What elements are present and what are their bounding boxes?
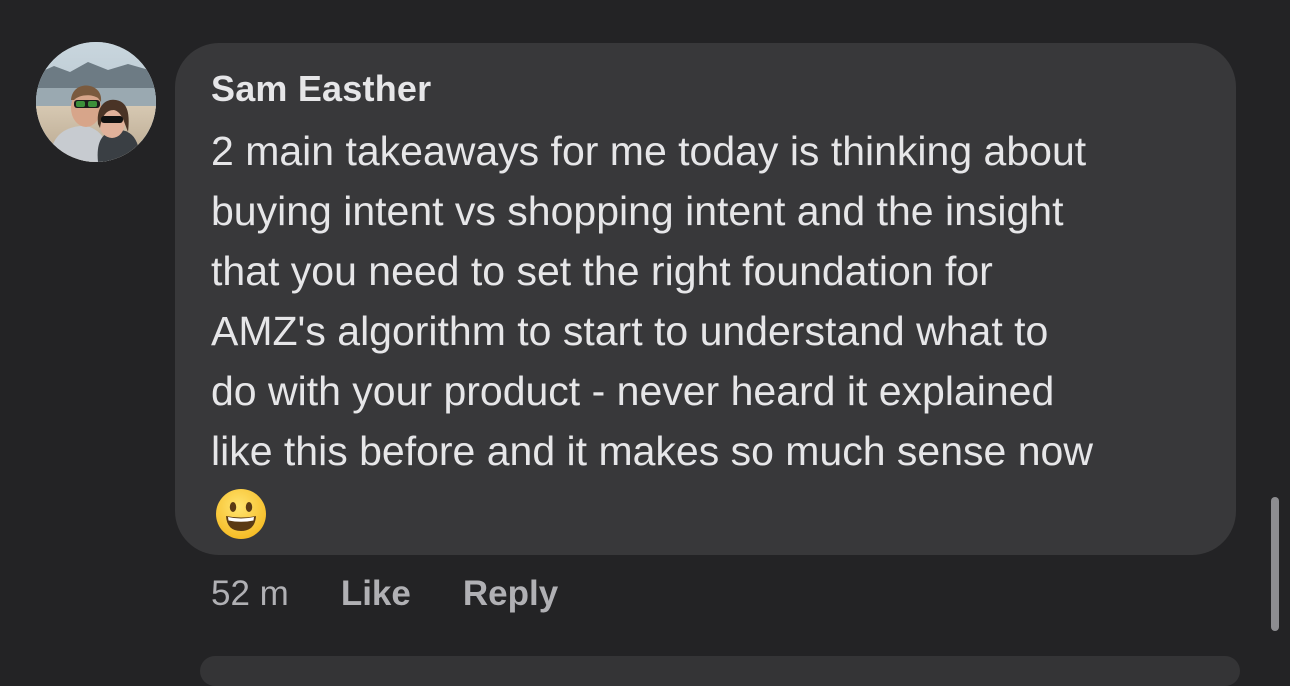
- comment-text-line: 2 main takeaways for me today is thinkin…: [211, 128, 1087, 174]
- comment-text: 2 main takeaways for me today is thinkin…: [211, 121, 1093, 481]
- comment-text-line: do with your product - never heard it ex…: [211, 368, 1055, 414]
- avatar[interactable]: [36, 42, 156, 162]
- comments-screen: Sam Easther 2 main takeaways for me toda…: [0, 0, 1290, 686]
- comment-actions: 52 m Like Reply: [211, 569, 558, 619]
- avatar-photo: [36, 42, 156, 162]
- comment-text-line: that you need to set the right foundatio…: [211, 248, 993, 294]
- grinning-face-icon: [214, 487, 268, 541]
- comment-text-line: like this before and it makes so much se…: [211, 428, 1093, 474]
- next-comment-bubble: [200, 656, 1240, 686]
- comment-text-line: AMZ's algorithm to start to understand w…: [211, 308, 1049, 354]
- comment-text-line: buying intent vs shopping intent and the…: [211, 188, 1064, 234]
- comment-timestamp: 52 m: [211, 574, 289, 613]
- scrollbar-thumb[interactable]: [1271, 497, 1279, 631]
- like-button[interactable]: Like: [341, 574, 411, 614]
- comment-author[interactable]: Sam Easther: [211, 68, 431, 110]
- reply-button[interactable]: Reply: [463, 574, 558, 614]
